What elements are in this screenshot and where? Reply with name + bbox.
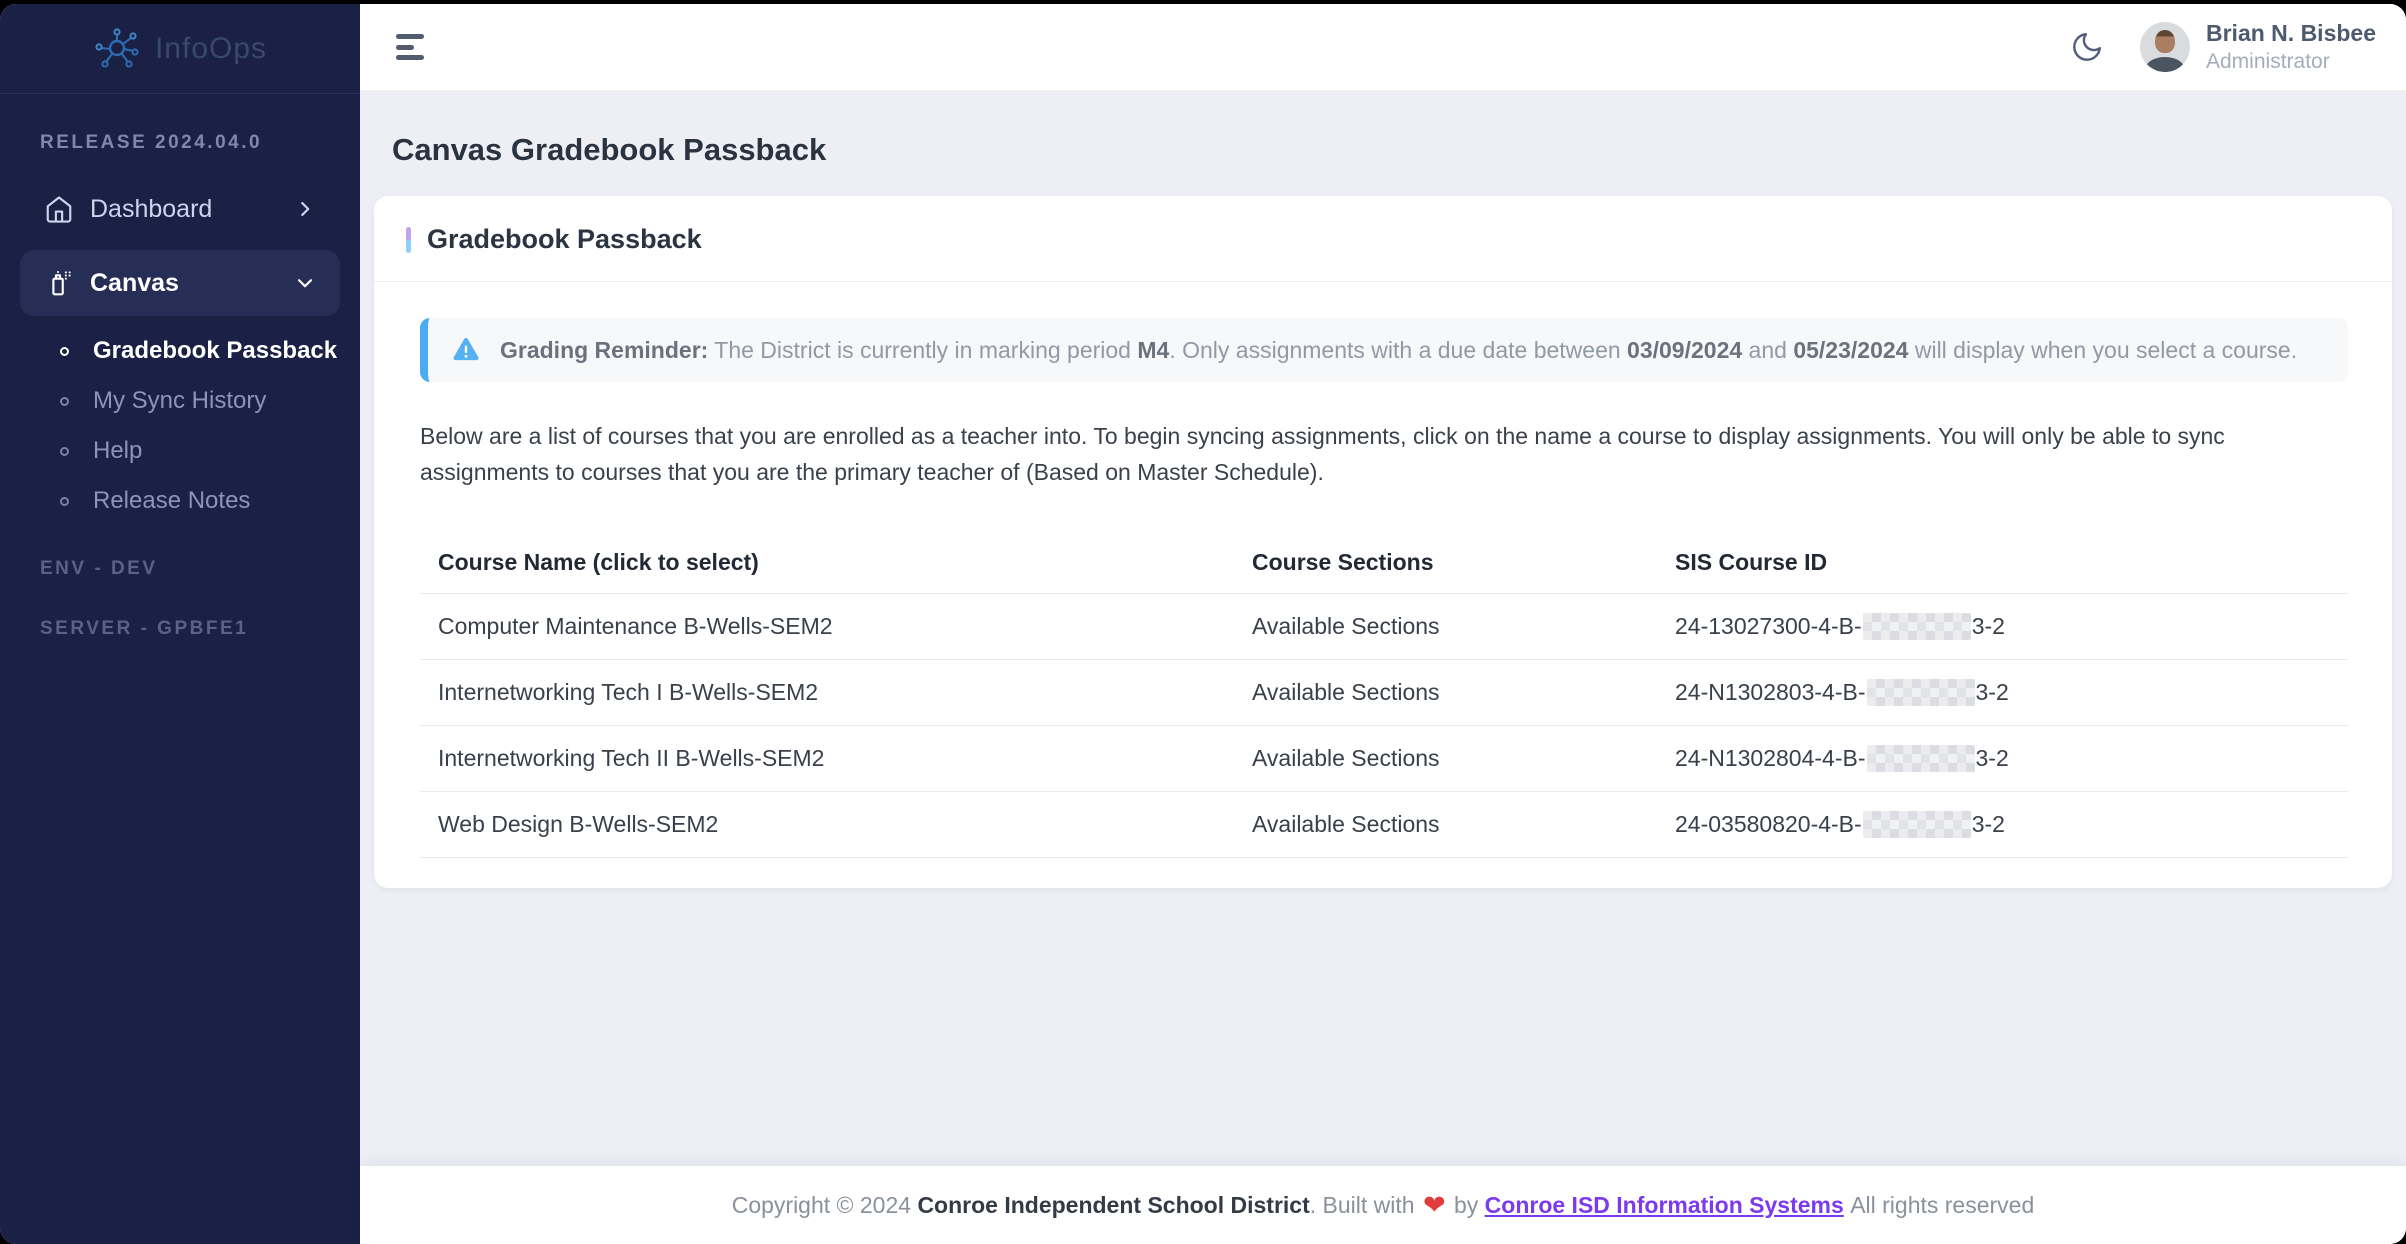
sis-course-id: 24-N1302804-4-B-3-2 [1675, 745, 2348, 772]
hamburger-menu-button[interactable] [396, 34, 426, 60]
card-header: Gradebook Passback [374, 196, 2392, 282]
topbar-actions: Brian N. Bisbee Administrator [2070, 20, 2376, 74]
avatar [2140, 22, 2190, 72]
course-sections: Available Sections [1252, 679, 1675, 706]
table-row: Internetworking Tech I B-Wells-SEM2 Avai… [420, 660, 2348, 726]
intro-text: Below are a list of courses that you are… [420, 418, 2330, 490]
warning-triangle-icon [450, 335, 482, 365]
app-logo: InfoOps [0, 4, 360, 94]
col-sis-course-id: SIS Course ID [1675, 549, 2348, 576]
course-name-link[interactable]: Computer Maintenance B-Wells-SEM2 [420, 613, 1252, 640]
courses-table: Course Name (click to select) Course Sec… [420, 532, 2348, 858]
submenu-item-my-sync-history[interactable]: My Sync History [0, 376, 360, 426]
user-name: Brian N. Bisbee [2206, 20, 2376, 48]
app-window: InfoOps RELEASE 2024.04.0 Dashboard Canv… [0, 4, 2406, 1244]
server-label: SERVER - GPBFE1 [40, 618, 360, 640]
course-sections: Available Sections [1252, 811, 1675, 838]
bullet-icon [60, 347, 69, 356]
card-title: Gradebook Passback [427, 224, 702, 255]
submenu-item-release-notes[interactable]: Release Notes [0, 476, 360, 526]
main-content: Canvas Gradebook Passback Gradebook Pass… [360, 90, 2406, 1166]
table-row: Internetworking Tech II B-Wells-SEM2 Ava… [420, 726, 2348, 792]
redacted-block [1867, 679, 1975, 706]
page-title: Canvas Gradebook Passback [392, 132, 2406, 168]
redacted-block [1863, 613, 1971, 640]
gradebook-passback-card: Gradebook Passback Grading Reminder: The… [374, 196, 2392, 888]
redacted-block [1863, 811, 1971, 838]
accent-bar [406, 227, 411, 253]
submenu-item-label: My Sync History [93, 387, 266, 415]
rights-text: All rights reserved [1844, 1192, 2034, 1219]
card-body: Grading Reminder: The District is curren… [374, 282, 2392, 888]
moon-icon [2070, 30, 2104, 64]
col-course-sections: Course Sections [1252, 549, 1675, 576]
submenu-item-help[interactable]: Help [0, 426, 360, 476]
sidebar: InfoOps RELEASE 2024.04.0 Dashboard Canv… [0, 4, 360, 1244]
dark-mode-toggle[interactable] [2070, 30, 2104, 64]
submenu-item-label: Gradebook Passback [93, 337, 337, 365]
heart-icon: ❤ [1421, 1190, 1448, 1221]
information-systems-link[interactable]: Conroe ISD Information Systems [1485, 1192, 1844, 1219]
topbar: Brian N. Bisbee Administrator [360, 4, 2406, 90]
sis-course-id: 24-03580820-4-B-3-2 [1675, 811, 2348, 838]
alert-text: Grading Reminder: The District is curren… [500, 337, 2297, 364]
course-name-link[interactable]: Internetworking Tech I B-Wells-SEM2 [420, 679, 1252, 706]
bullet-icon [60, 397, 69, 406]
sidebar-item-canvas[interactable]: Canvas [20, 250, 340, 316]
course-sections: Available Sections [1252, 613, 1675, 640]
spray-can-icon [44, 268, 74, 298]
submenu-item-gradebook-passback[interactable]: Gradebook Passback [0, 326, 360, 376]
sidebar-item-label: Canvas [90, 269, 179, 298]
course-sections: Available Sections [1252, 745, 1675, 772]
home-icon [44, 194, 74, 224]
user-menu[interactable]: Brian N. Bisbee Administrator [2140, 20, 2376, 74]
content-column: Brian N. Bisbee Administrator Canvas Gra… [360, 4, 2406, 1244]
release-label: RELEASE 2024.04.0 [40, 132, 360, 154]
canvas-submenu: Gradebook Passback My Sync History Help … [0, 326, 360, 526]
hamburger-icon [396, 34, 424, 39]
sis-course-id: 24-N1302803-4-B-3-2 [1675, 679, 2348, 706]
grading-reminder-alert: Grading Reminder: The District is curren… [420, 318, 2348, 382]
user-role: Administrator [2206, 50, 2376, 74]
sis-course-id: 24-13027300-4-B-3-2 [1675, 613, 2348, 640]
chevron-right-icon [294, 198, 316, 220]
sidebar-item-dashboard[interactable]: Dashboard [20, 184, 340, 234]
district-name: Conroe Independent School District [917, 1192, 1309, 1219]
table-row: Web Design B-Wells-SEM2 Available Sectio… [420, 792, 2348, 858]
course-name-link[interactable]: Web Design B-Wells-SEM2 [420, 811, 1252, 838]
redacted-block [1867, 745, 1975, 772]
table-row: Computer Maintenance B-Wells-SEM2 Availa… [420, 594, 2348, 660]
table-header-row: Course Name (click to select) Course Sec… [420, 532, 2348, 594]
copyright-text: Copyright © 2024 [732, 1192, 918, 1219]
col-course-name: Course Name (click to select) [420, 549, 1252, 576]
bullet-icon [60, 447, 69, 456]
logo-text: InfoOps [155, 32, 267, 66]
network-nodes-icon [93, 25, 141, 73]
sidebar-item-label: Dashboard [90, 195, 212, 224]
chevron-down-icon [294, 272, 316, 294]
submenu-item-label: Release Notes [93, 487, 250, 515]
submenu-item-label: Help [93, 437, 142, 465]
footer: Copyright © 2024 Conroe Independent Scho… [360, 1166, 2406, 1244]
course-name-link[interactable]: Internetworking Tech II B-Wells-SEM2 [420, 745, 1252, 772]
bullet-icon [60, 497, 69, 506]
env-label: ENV - DEV [40, 558, 360, 580]
